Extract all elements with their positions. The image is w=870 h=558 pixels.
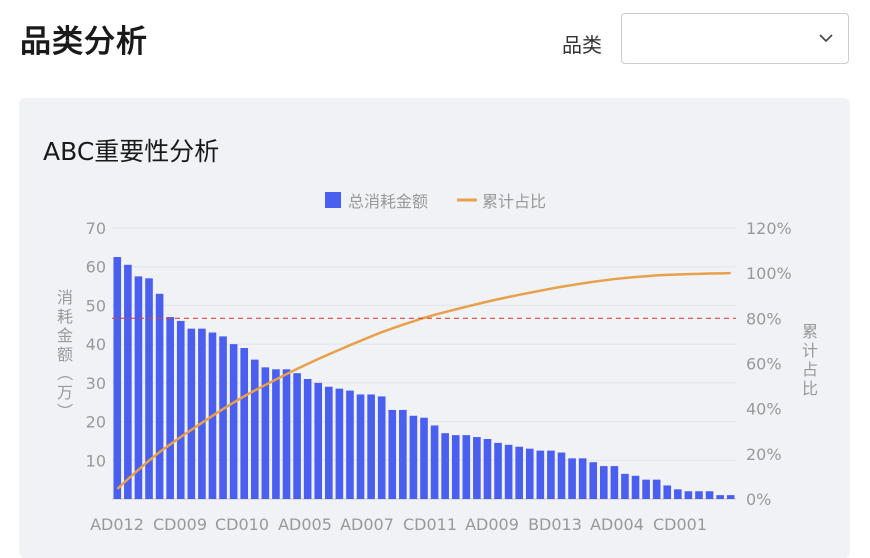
bar [599,466,608,499]
y-tick-label: 30 [86,374,106,393]
bar [494,442,502,499]
bar [536,450,545,499]
bar [272,369,280,499]
bar [483,438,492,499]
y-tick-label: 40 [86,335,106,354]
y2-tick-label: 0% [746,490,771,509]
bar [176,320,185,499]
bar [198,328,206,499]
y2-axis-label-char: 累 [802,322,818,341]
bar [578,458,587,499]
bar [547,450,555,499]
bar [113,257,122,499]
bar [631,475,640,499]
bar [388,409,397,499]
bar [367,394,375,499]
y-tick-label: 10 [86,451,106,470]
y-tick-label: 50 [86,296,106,315]
bar [356,394,365,499]
bar [716,495,724,499]
y2-tick-label: 120% [746,219,792,238]
bar [621,473,629,499]
y2-axis-label-char: 占 [802,360,818,379]
bar [303,378,312,499]
x-tick-label: AD007 [340,515,394,534]
bar [124,264,132,499]
y2-tick-label: 20% [746,445,782,464]
bar [684,491,693,499]
bar [525,448,534,499]
bar [250,359,259,499]
abc-chart: 10 20 30 40 50 60 70 0% 20% 40% 60% 80% 100% 120% AD01… [55,192,818,534]
bar [420,417,428,499]
bar [335,388,344,499]
legend-bar-label: 总消耗金额 [348,192,428,211]
bar [430,425,439,499]
y-axis-label-char: 万 [57,383,73,402]
bar [314,382,323,499]
bar [293,373,301,499]
y-axis-label-char: （ [55,365,74,381]
x-tick-label: CD009 [153,515,207,534]
bar [219,336,227,499]
bar [155,293,164,499]
y2-tick-label: 60% [746,355,782,374]
legend-bar-swatch [325,192,341,208]
bar [663,485,672,499]
bar [568,458,576,499]
bar [504,444,513,499]
bar [282,369,291,499]
x-tick-label: BD013 [528,515,582,534]
y2-axis-label-char: 比 [802,379,818,398]
bar [451,435,460,499]
y-axis-label-char: 额 [57,345,73,364]
y2-axis-label-char: 计 [802,341,818,360]
bar [166,317,174,499]
x-tick-label: AD004 [590,515,644,534]
bar [473,437,481,499]
bar [642,479,650,499]
x-tick-label: AD009 [465,515,519,534]
bar [346,390,354,499]
bar [589,462,598,499]
y2-tick-label: 80% [746,309,782,328]
bar [134,276,143,499]
y-axis-label-char: ） [55,403,74,419]
y-tick-label: 60 [86,258,106,277]
y-tick-label: 70 [86,219,106,238]
y-axis-label-char: 消 [57,288,73,307]
bar [652,479,661,499]
bar [674,489,682,499]
x-tick-label: AD012 [90,515,144,534]
x-tick-label: CD001 [653,515,707,534]
bar [325,386,333,499]
bar [229,344,238,499]
x-tick-label: AD005 [278,515,332,534]
x-tick-label: CD011 [403,515,457,534]
bar [187,328,196,499]
bar [399,409,407,499]
bar [441,433,449,499]
bar [557,452,566,499]
x-tick-label: CD010 [215,515,269,534]
bar [515,446,523,499]
bar [240,348,249,499]
bar [462,435,471,499]
y-axis-label-char: 金 [57,326,73,345]
bar [695,491,703,499]
bar [610,466,619,499]
y2-tick-label: 40% [746,400,782,419]
y-tick-label: 20 [86,413,106,432]
legend-line-label: 累计占比 [482,192,546,211]
bar [377,396,386,499]
y-axis-label-char: 耗 [57,307,73,326]
y2-tick-label: 100% [746,264,792,283]
bar [726,495,735,499]
bar [145,278,153,499]
bar [705,491,714,499]
bar [409,415,418,499]
